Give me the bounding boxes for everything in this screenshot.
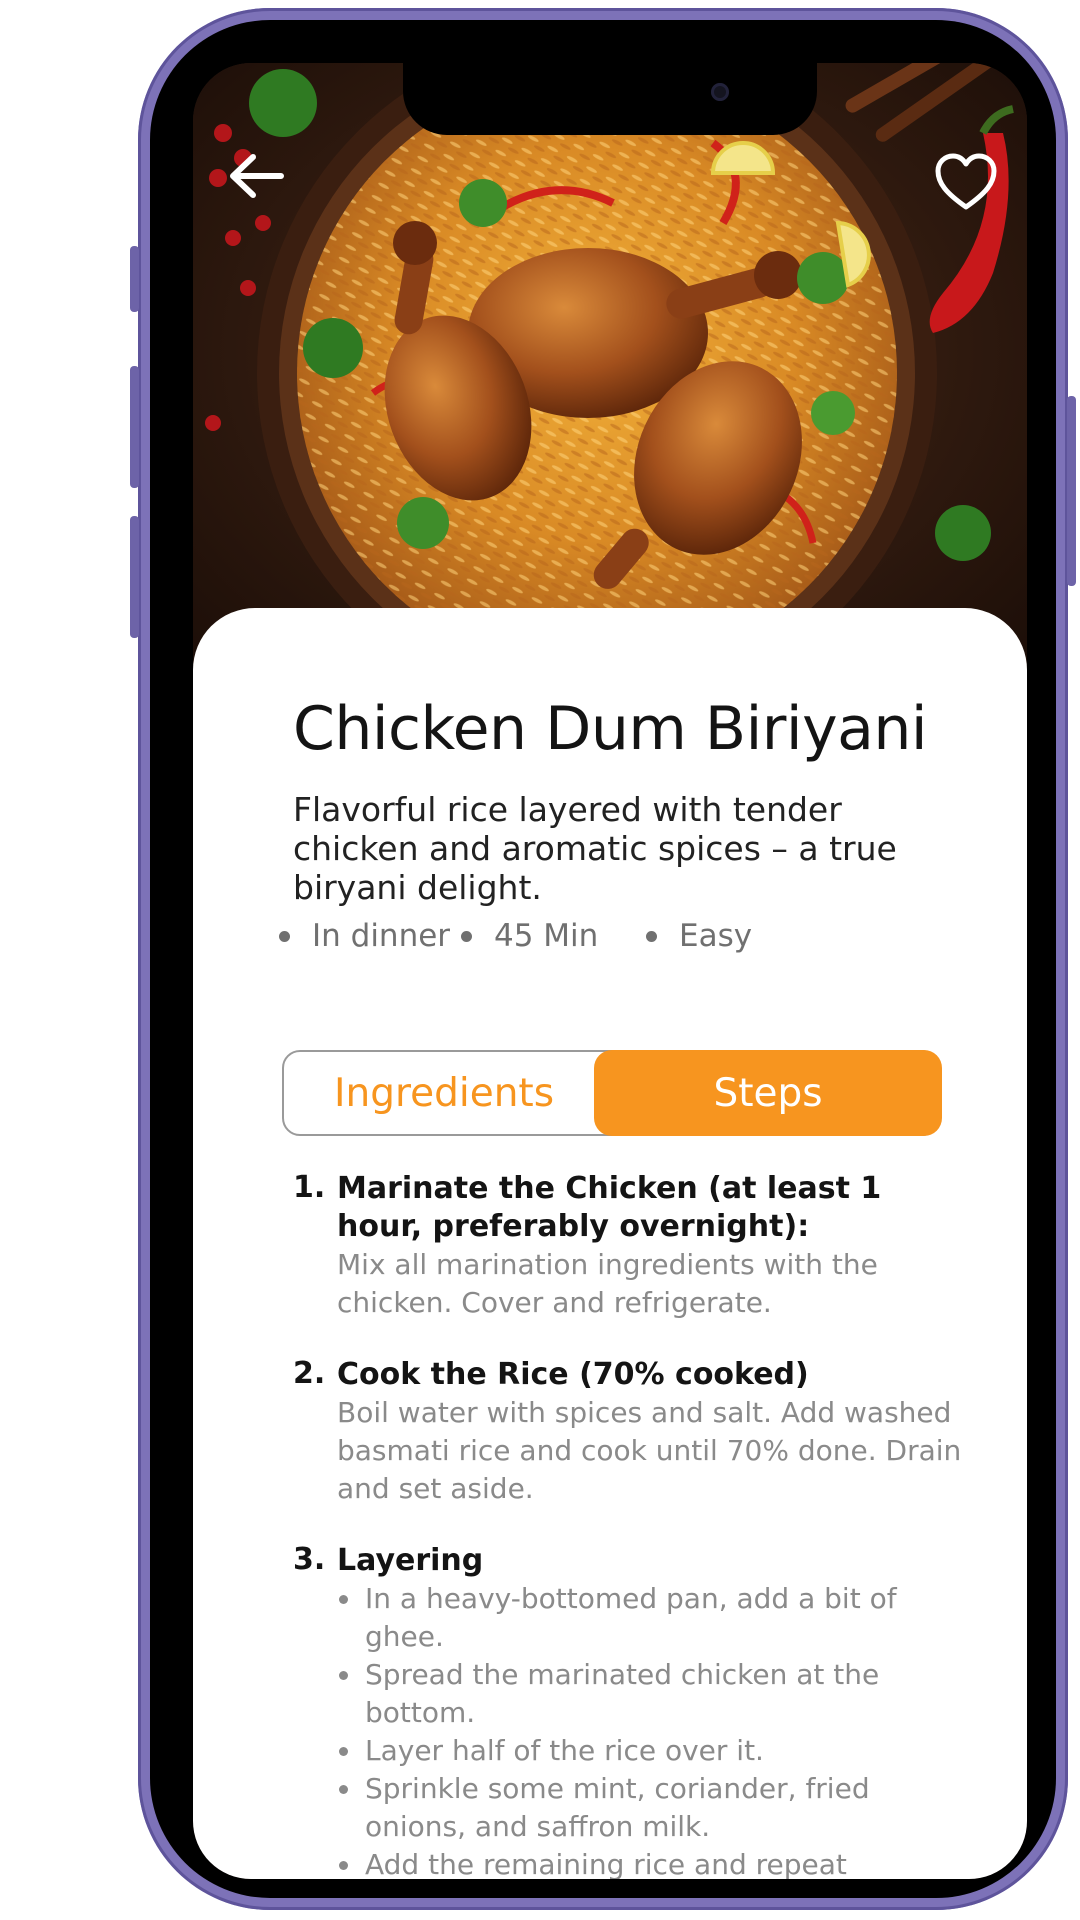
meta-difficulty: Easy <box>646 918 752 954</box>
phone-volume-up <box>130 366 139 488</box>
sub-list-text: In a heavy-bottomed pan, add a bit of gh… <box>365 1582 897 1653</box>
hero-food-image <box>193 63 1027 703</box>
meta-duration-label: 45 Min <box>494 918 599 954</box>
heart-outline-icon <box>935 153 997 210</box>
step-body: Boil water with spices and salt. Add was… <box>337 1396 962 1505</box>
recipe-description: Flavorful rice layered with tender chick… <box>293 790 897 907</box>
recipe-title: Chicken Dum Biriyani <box>292 694 928 764</box>
phone-power-button <box>1067 396 1076 586</box>
sub-list-item: Sprinkle some mint, coriander, fried oni… <box>337 1770 973 1846</box>
step-item: 1. Marinate the Chicken (at least 1 hour… <box>293 1170 973 1322</box>
notch <box>403 63 817 135</box>
bullet-dot <box>461 930 472 942</box>
sub-list-text: Layer half of the rice over it. <box>365 1734 764 1767</box>
step-title: Layering <box>337 1543 484 1578</box>
sub-list-item: Layer half of the rice over it. <box>337 1732 973 1770</box>
phone-volume-down <box>130 516 139 638</box>
step-title: Marinate the Chicken (at least 1 hour, p… <box>337 1171 882 1244</box>
recipe-card: Chicken Dum Biriyani Flavorful rice laye… <box>193 608 1027 1879</box>
sub-list-item: In a heavy-bottomed pan, add a bit of gh… <box>337 1580 973 1656</box>
meta-duration: 45 Min <box>461 918 598 954</box>
bullet-dot <box>339 1785 348 1794</box>
sub-list-text: Sprinkle some mint, coriander, fried oni… <box>365 1772 870 1843</box>
sub-list-text: Add the remaining rice and repeat toppin… <box>365 1848 847 1879</box>
meta-difficulty-label: Easy <box>679 918 753 954</box>
steps-list: 1. Marinate the Chicken (at least 1 hour… <box>293 1170 973 1879</box>
tab-switcher: Ingredients Steps <box>282 1050 942 1136</box>
front-camera <box>711 83 729 101</box>
tab-steps[interactable]: Steps <box>594 1050 942 1136</box>
phone-frame: Chicken Dum Biriyani Flavorful rice laye… <box>130 8 1076 1910</box>
bullet-dot <box>339 1595 348 1604</box>
step-item: 2. Cook the Rice (70% cooked) Boil water… <box>293 1356 973 1508</box>
step-item: 3. Layering In a heavy-bottomed pan, add… <box>293 1542 973 1879</box>
favorite-button[interactable] <box>927 143 1005 221</box>
step-body: Mix all marination ingredients with the … <box>337 1248 878 1319</box>
bullet-dot <box>646 930 657 942</box>
phone-mute-switch <box>130 246 139 312</box>
meta-category-label: In dinner <box>312 918 451 954</box>
bullet-dot <box>279 930 290 942</box>
back-button[interactable] <box>219 139 293 213</box>
sub-list-item: Add the remaining rice and repeat toppin… <box>337 1846 973 1879</box>
phone-bezel: Chicken Dum Biriyani Flavorful rice laye… <box>150 20 1056 1898</box>
step-number: 1. <box>293 1170 326 1205</box>
step-number: 2. <box>293 1356 326 1391</box>
tab-ingredients[interactable]: Ingredients <box>284 1050 604 1136</box>
sub-list-item: Spread the marinated chicken at the bott… <box>337 1656 973 1732</box>
arrow-left-icon <box>230 154 284 198</box>
meta-category: In dinner <box>279 918 450 954</box>
step-sub-list: In a heavy-bottomed pan, add a bit of gh… <box>293 1580 973 1879</box>
app-screen: Chicken Dum Biriyani Flavorful rice laye… <box>193 63 1027 1879</box>
bullet-dot <box>339 1671 348 1680</box>
bullet-dot <box>339 1861 348 1870</box>
step-title: Cook the Rice (70% cooked) <box>337 1357 809 1392</box>
sub-list-text: Spread the marinated chicken at the bott… <box>365 1658 880 1729</box>
bullet-dot <box>339 1747 348 1756</box>
step-number: 3. <box>293 1542 326 1577</box>
